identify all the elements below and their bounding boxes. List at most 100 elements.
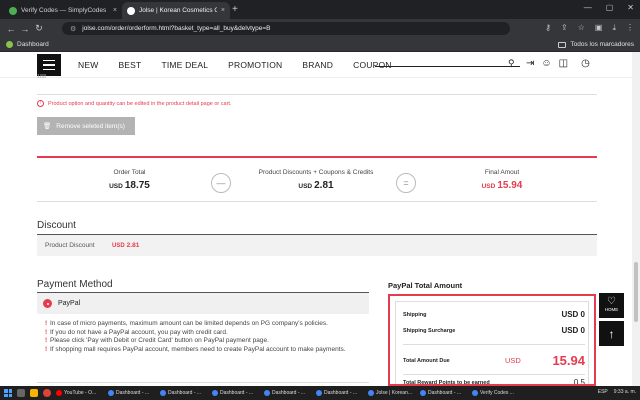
reload-icon[interactable]: ↻ <box>32 23 46 34</box>
all-bookmarks[interactable]: Todos los marcadores <box>558 41 634 48</box>
chrome-icon[interactable] <box>43 389 51 397</box>
paypal-total-heading: PayPal Total Amount <box>388 281 463 290</box>
taskbar-item-label: Dashboard - ... <box>272 390 306 396</box>
taskbar-item[interactable]: YouTube - O... <box>56 390 103 396</box>
os-taskbar: YouTube - O... Dashboard - ... Dashboard… <box>0 386 640 400</box>
heart-icon: ♡ <box>607 296 616 307</box>
tab-close-icon[interactable]: × <box>221 7 225 14</box>
remove-selected-button[interactable]: 🗑 Remove seleted item(s) <box>37 117 135 135</box>
url-text: jolse.com/order/orderform.html?basket_ty… <box>82 25 271 32</box>
taskbar-item-label: Jolse | Korean... <box>376 390 413 396</box>
menu-item-coupon[interactable]: COUPON <box>353 60 392 70</box>
chrome-icon <box>316 390 322 396</box>
product-discount-currency: USD <box>112 243 125 249</box>
product-discount-row: Product Discount USD 2.81 <box>37 235 597 256</box>
history-icon[interactable]: ◷ <box>581 58 590 69</box>
amount-due-currency: USD <box>505 356 521 365</box>
taskbar-item[interactable]: Jolse | Korean... <box>368 390 415 396</box>
star-icon[interactable]: ☆ <box>578 23 585 33</box>
payment-option-paypal[interactable]: PayPal <box>37 292 369 314</box>
taskbar-item-label: Dashboard - ... <box>168 390 202 396</box>
taskbar-item[interactable]: Dashboard - ... <box>160 390 207 396</box>
toolbar-icons: ⚷ ⇪ ☆ ▣ ⤓ ⋮ <box>545 23 634 33</box>
remove-selected-label: Remove seleted item(s) <box>56 122 125 130</box>
menu-item-best[interactable]: BEST <box>118 60 141 70</box>
site-info-icon[interactable]: ⚙ <box>70 25 76 33</box>
scroll-top-button[interactable]: ↑ <box>599 321 624 346</box>
chrome-icon <box>264 390 270 396</box>
home-button[interactable]: ♡ HOME <box>599 293 624 318</box>
menu-item-brand[interactable]: BRAND <box>302 60 333 70</box>
explorer-icon[interactable] <box>30 389 38 397</box>
divider <box>37 94 597 95</box>
menu-icon[interactable]: ⋮ <box>626 23 634 33</box>
search-input[interactable] <box>375 66 520 67</box>
menu-item-new[interactable]: NEW <box>78 60 98 70</box>
discounts-total: Product Discounts + Coupons & Credits US… <box>247 169 385 191</box>
bookmarks-bar: Dashboard Todos los marcadores <box>0 38 640 52</box>
user-icon[interactable]: ☺ <box>541 58 551 69</box>
amount-due-label: Total Amount Due <box>403 357 450 364</box>
tab-verify-codes[interactable]: Verify Codes — SimplyCodes × <box>4 2 122 19</box>
taskbar-item[interactable]: Dashboard - ... <box>316 390 363 396</box>
tab-close-icon[interactable]: × <box>113 7 117 14</box>
tab-jolse[interactable]: Jolse | Korean Cosmetics Online Shop × <box>122 2 230 19</box>
edit-notice-text: Product option and quantity can be edite… <box>48 100 232 107</box>
header-icons: ⇥ ☺ ◫ ◷ <box>526 58 590 69</box>
taskbar-item[interactable]: Dashboard - ... <box>108 390 155 396</box>
minimize-icon[interactable]: — <box>584 3 592 12</box>
key-icon[interactable]: ⚷ <box>545 23 551 33</box>
chrome-icon <box>368 390 374 396</box>
search-icon[interactable]: ⚲ <box>508 58 515 69</box>
hamburger-menu-icon[interactable] <box>37 54 61 76</box>
back-icon[interactable]: ← <box>4 24 18 34</box>
amount-due-value: 15.94 <box>552 353 585 368</box>
taskbar-item[interactable]: Dashboard - ... <box>212 390 259 396</box>
main-menu: NEW BEST TIME DEAL PROMOTION BRAND COUPO… <box>78 60 392 70</box>
forward-icon[interactable]: → <box>18 24 32 34</box>
bookmark-label: Dashboard <box>17 41 49 48</box>
taskbar-item[interactable]: Dashboard - ... <box>420 390 467 396</box>
taskbar-item[interactable]: Verify Codes ... <box>472 390 519 396</box>
windows-start-icon[interactable] <box>4 389 12 397</box>
youtube-icon <box>56 390 62 396</box>
amount-due-row: Total Amount Due USD 15.94 <box>403 353 585 368</box>
maximize-icon[interactable]: ▢ <box>606 3 614 12</box>
payment-notes: In case of micro payments, maximum amoun… <box>45 320 365 354</box>
taskbar-item-label: Dashboard - ... <box>116 390 150 396</box>
extensions-icon[interactable]: ▣ <box>595 23 603 33</box>
simplycodes-favicon-icon <box>9 6 17 15</box>
dashboard-favicon-icon <box>6 41 13 48</box>
jolse-favicon-icon <box>127 6 135 15</box>
site-header: NEW BEST TIME DEAL PROMOTION BRAND COUPO… <box>0 52 632 78</box>
final-amount-label: Final Amout <box>484 169 520 176</box>
order-total-value: 18.75 <box>124 180 150 191</box>
taskbar-item-label: Dashboard - ... <box>428 390 462 396</box>
paypal-total-inner: Shipping USD 0 Shipping Surcharge USD 0 … <box>395 301 589 384</box>
folder-icon <box>558 41 567 48</box>
page-scrollbar[interactable] <box>632 52 640 386</box>
window-controls: — ▢ ✕ <box>584 3 634 12</box>
menu-item-promotion[interactable]: PROMOTION <box>228 60 282 70</box>
language-indicator[interactable]: ESP <box>598 389 608 395</box>
shipping-label: Shipping <box>403 311 427 318</box>
close-window-icon[interactable]: ✕ <box>627 3 634 12</box>
taskbar-item[interactable]: Dashboard - ... <box>264 390 311 396</box>
taskbar-item-label: Dashboard - ... <box>220 390 254 396</box>
menu-item-time-deal[interactable]: TIME DEAL <box>161 60 208 70</box>
chrome-icon <box>212 390 218 396</box>
new-tab-button[interactable]: + <box>232 4 238 15</box>
login-icon[interactable]: ⇥ <box>526 58 534 69</box>
scrollbar-thumb[interactable] <box>634 262 638 322</box>
info-icon: ! <box>37 100 44 107</box>
search-taskbar-icon[interactable] <box>17 389 25 397</box>
cart-icon[interactable]: ◫ <box>559 58 568 69</box>
chrome-icon <box>420 390 426 396</box>
share-icon[interactable]: ⇪ <box>561 23 568 33</box>
bookmark-dashboard[interactable]: Dashboard <box>6 41 49 48</box>
download-icon[interactable]: ⤓ <box>612 23 616 33</box>
paypal-radio[interactable] <box>43 299 52 308</box>
url-field[interactable]: ⚙ jolse.com/order/orderform.html?basket_… <box>62 22 510 35</box>
order-totals: Order Total USD 18.75 — Product Discounts… <box>37 156 597 202</box>
clock[interactable]: 9:33 a. m. <box>614 389 636 395</box>
